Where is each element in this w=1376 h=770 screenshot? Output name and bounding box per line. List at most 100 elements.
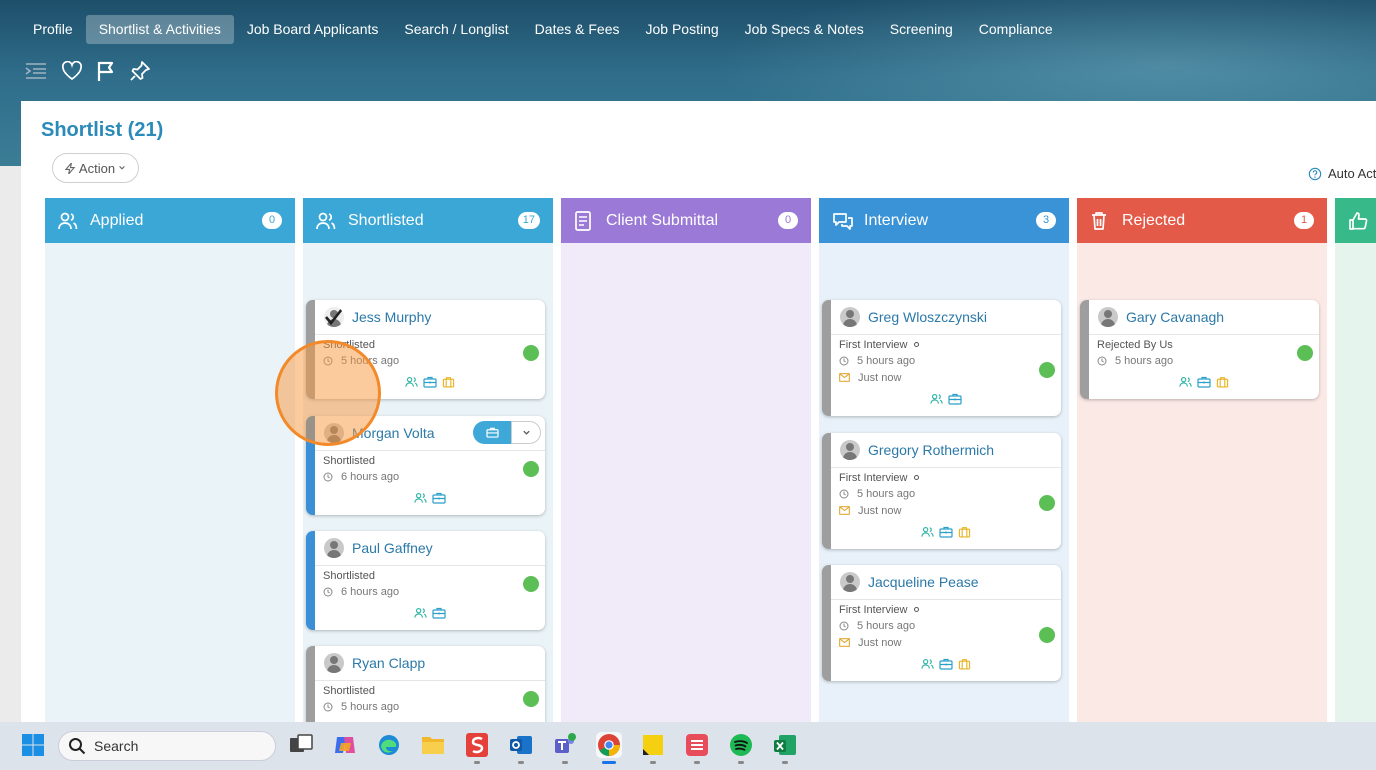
pin-icon[interactable] (129, 60, 151, 82)
candidate-card[interactable]: Paul Gaffney Shortlisted 6 hours ago (306, 531, 545, 630)
tab-profile[interactable]: Profile (20, 15, 86, 44)
card-header[interactable]: Greg Wloszczynski (831, 300, 1061, 335)
people-icon[interactable] (414, 607, 427, 619)
send-to-client-button[interactable] (473, 421, 511, 444)
status-time: 5 hours ago (341, 701, 400, 714)
card-header[interactable]: Jacqueline Pease (831, 565, 1061, 600)
card-header[interactable]: Gregory Rothermich (831, 433, 1061, 468)
teams-taskbar-icon[interactable] (552, 732, 578, 764)
briefcase-icon[interactable] (939, 658, 953, 670)
clock-icon (323, 587, 337, 597)
card-header[interactable]: Gary Cavanagh (1089, 300, 1319, 335)
candidate-name[interactable]: Greg Wloszczynski (868, 309, 987, 325)
candidate-name[interactable]: Morgan Volta (352, 425, 435, 441)
collapse-menu-icon[interactable] (25, 62, 47, 80)
taskbar-search[interactable]: Search (58, 731, 276, 761)
candidate-name[interactable]: Jacqueline Pease (868, 574, 979, 590)
sticky-notes-taskbar-icon[interactable] (640, 732, 666, 764)
tab-screening[interactable]: Screening (877, 15, 966, 44)
card-header[interactable]: Morgan Volta (315, 416, 545, 451)
column-header: Rejected 1 (1077, 198, 1327, 243)
tab-compliance[interactable]: Compliance (966, 15, 1066, 44)
email-time: Just now (858, 504, 902, 517)
card-header[interactable]: Jess Murphy (315, 300, 545, 335)
copilot-taskbar-icon[interactable] (332, 732, 358, 758)
chrome-taskbar-icon[interactable] (596, 732, 622, 764)
card-dropdown-button[interactable] (511, 421, 541, 444)
card-action-icons (315, 607, 545, 619)
candidate-name[interactable]: Gary Cavanagh (1126, 309, 1224, 325)
column-body (1335, 243, 1376, 722)
candidate-card[interactable]: Gary Cavanagh Rejected By Us 5 hours ago (1080, 300, 1319, 399)
tab-shortlist-activities[interactable]: Shortlist & Activities (85, 15, 234, 44)
candidate-card[interactable]: Jacqueline Pease First Interview 5 hours a… (822, 565, 1061, 681)
people-icon[interactable] (414, 492, 427, 504)
tab-search-longlist[interactable]: Search / Longlist (391, 15, 521, 44)
candidate-name[interactable]: Ryan Clapp (352, 655, 425, 671)
status-flag-icon (914, 607, 920, 613)
selected-check-icon[interactable] (324, 307, 344, 327)
candidate-name[interactable]: Gregory Rothermich (868, 442, 994, 458)
app-red-taskbar-icon[interactable] (684, 732, 710, 764)
suitcase-icon[interactable] (442, 376, 455, 388)
card-action-icons (831, 526, 1061, 538)
suitcase-icon[interactable] (1216, 376, 1229, 388)
heart-icon[interactable] (61, 61, 83, 81)
candidate-name[interactable]: Jess Murphy (352, 309, 431, 325)
candidate-card[interactable]: Greg Wloszczynski First Interview 5 hours … (822, 300, 1061, 416)
column-count-badge: 1 (1294, 212, 1314, 229)
briefcase-icon[interactable] (423, 376, 437, 388)
briefcase-icon[interactable] (948, 393, 962, 405)
candidate-status: Rejected By Us (1097, 338, 1173, 351)
thumbs-up-icon (1348, 211, 1368, 231)
tab-dates-fees[interactable]: Dates & Fees (522, 15, 633, 44)
status-line: Rejected By Us (1089, 337, 1319, 354)
column-title: Rejected (1122, 211, 1186, 229)
card-header[interactable]: Paul Gaffney (315, 531, 545, 566)
card-header[interactable]: Ryan Clapp (315, 646, 545, 681)
candidate-card[interactable]: Gregory Rothermich First Interview 5 hours… (822, 433, 1061, 549)
column-body (45, 243, 295, 722)
auto-activities-toggle[interactable]: Auto Act (1308, 166, 1376, 181)
envelope-icon (839, 638, 854, 648)
availability-status-dot (1297, 345, 1313, 361)
status-line: First Interview (831, 470, 1061, 487)
suitcase-icon[interactable] (958, 658, 971, 670)
candidate-card[interactable]: Morgan Volta Shortlisted 6 hours ago (306, 416, 545, 515)
card-action-icons (315, 376, 545, 388)
people-icon[interactable] (405, 376, 418, 388)
column-approved (1335, 198, 1376, 722)
spotify-taskbar-icon[interactable] (728, 732, 754, 764)
wps-office-taskbar-icon[interactable] (464, 732, 490, 764)
running-indicator (518, 761, 524, 764)
people-icon[interactable] (930, 393, 943, 405)
action-button[interactable]: Action (52, 153, 139, 183)
clock-icon (1097, 356, 1111, 366)
availability-status-dot (1039, 495, 1055, 511)
flag-icon[interactable] (95, 60, 117, 82)
excel-taskbar-icon[interactable] (772, 732, 798, 764)
briefcase-icon[interactable] (432, 492, 446, 504)
edge-taskbar-icon[interactable] (376, 732, 402, 758)
people-icon[interactable] (1179, 376, 1192, 388)
people-icon[interactable] (921, 658, 934, 670)
windows-start-icon[interactable] (20, 732, 46, 758)
suitcase-icon[interactable] (958, 526, 971, 538)
running-indicator (650, 761, 656, 764)
page-title: Shortlist (21) (41, 119, 164, 141)
candidate-card[interactable]: Jess Murphy Shortlisted 5 hours ago (306, 300, 545, 399)
tab-job-board-applicants[interactable]: Job Board Applicants (234, 15, 392, 44)
task-view-taskbar-icon[interactable] (288, 732, 314, 758)
people-icon[interactable] (921, 526, 934, 538)
column-interview: Interview 3 Greg Wloszczynski First Intervi… (819, 198, 1069, 722)
search-icon (69, 738, 86, 755)
tab-job-specs-notes[interactable]: Job Specs & Notes (732, 15, 877, 44)
briefcase-icon[interactable] (939, 526, 953, 538)
outlook-taskbar-icon[interactable] (508, 732, 534, 764)
candidate-name[interactable]: Paul Gaffney (352, 540, 433, 556)
briefcase-icon[interactable] (1197, 376, 1211, 388)
clock-icon (323, 356, 337, 366)
file-explorer-taskbar-icon[interactable] (420, 732, 446, 758)
tab-job-posting[interactable]: Job Posting (633, 15, 732, 44)
briefcase-icon[interactable] (432, 607, 446, 619)
